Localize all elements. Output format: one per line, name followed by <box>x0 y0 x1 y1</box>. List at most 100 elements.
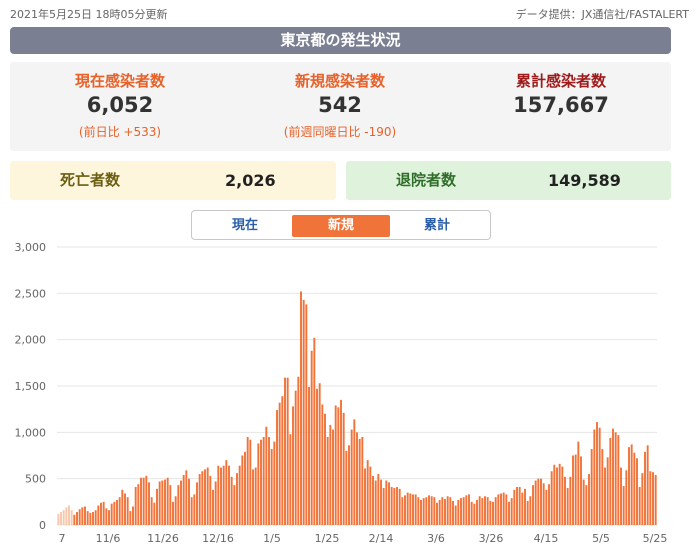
bar <box>116 499 118 525</box>
bar <box>62 510 65 525</box>
bar <box>257 443 260 525</box>
bar <box>380 479 382 525</box>
new-cases-label: 新規感染者数 <box>294 72 385 90</box>
update-timestamp: 2021年5月25日 18時05分更新 <box>10 8 168 21</box>
bar <box>548 484 550 525</box>
bar <box>361 436 364 525</box>
x-tick-label: 5/5 <box>592 532 610 545</box>
bar <box>364 468 366 525</box>
tab-current[interactable]: 現在 <box>196 215 294 237</box>
bar <box>414 494 417 525</box>
bar <box>70 510 73 525</box>
bar <box>126 497 129 525</box>
bar <box>481 498 484 525</box>
bar <box>142 477 145 525</box>
recovered-label: 退院者数 <box>396 171 457 189</box>
bar <box>302 299 305 525</box>
bar <box>321 404 324 525</box>
bar <box>284 377 286 525</box>
tab-new[interactable]: 新規 <box>292 215 390 237</box>
bar <box>561 466 564 525</box>
bar <box>276 410 278 525</box>
y-tick-label: 2,000 <box>15 334 47 347</box>
bar <box>172 501 174 525</box>
bar <box>105 508 108 525</box>
bar <box>388 482 390 525</box>
x-tick-label: 1/5 <box>263 532 281 545</box>
bar <box>654 474 657 525</box>
bar <box>150 497 153 525</box>
bar <box>177 485 180 525</box>
bar <box>340 399 342 525</box>
bar <box>252 469 254 525</box>
bar <box>308 386 310 525</box>
bar <box>465 495 468 525</box>
bar <box>204 469 206 525</box>
bar <box>468 494 470 525</box>
tab-cumulative[interactable]: 累計 <box>388 215 486 237</box>
bar <box>374 480 377 525</box>
bar <box>158 481 161 525</box>
bar <box>484 496 486 525</box>
new-cases-stat: 新規感染者数 542 (前週同曜日比 -190) <box>230 70 450 140</box>
bar <box>286 377 289 525</box>
bar <box>342 412 345 525</box>
bar <box>254 467 257 525</box>
bar <box>609 437 612 525</box>
bar <box>604 467 606 525</box>
bar <box>201 471 204 525</box>
bar <box>132 506 134 525</box>
bar <box>614 432 617 525</box>
bar <box>406 492 409 525</box>
bar <box>449 497 452 525</box>
bar <box>372 475 374 525</box>
bar <box>73 514 76 525</box>
bar <box>350 429 353 525</box>
bar <box>180 480 182 525</box>
cumulative-cases-stat: 累計感染者数 157,667 <box>451 70 671 117</box>
bar <box>444 499 446 525</box>
bar <box>268 436 270 525</box>
bar <box>161 480 164 525</box>
bar <box>580 456 582 525</box>
bar <box>214 481 217 525</box>
bar <box>398 488 401 525</box>
bar <box>356 432 358 525</box>
bar <box>430 496 433 525</box>
bar <box>420 499 422 525</box>
bar <box>492 501 494 525</box>
bar <box>428 495 430 525</box>
bar <box>332 429 334 525</box>
bar <box>622 486 625 525</box>
bar <box>182 474 185 525</box>
bar <box>246 436 249 525</box>
page-title: 東京都の発生状況 <box>10 27 671 54</box>
bar <box>401 497 404 525</box>
bar <box>281 396 284 525</box>
bar <box>156 488 158 525</box>
x-tick-label: 4/15 <box>534 532 559 545</box>
bar <box>100 502 102 525</box>
stats-panel: 現在感染者数 6,052 (前日比 +533) 新規感染者数 542 (前週同曜… <box>10 62 671 151</box>
new-cases-diff: (前週同曜日比 -190) <box>283 125 397 139</box>
bar <box>108 510 110 525</box>
bar <box>598 427 601 525</box>
bar <box>438 499 441 525</box>
bar <box>310 350 313 525</box>
bar <box>620 467 622 525</box>
bar <box>134 487 137 525</box>
bar <box>524 488 526 525</box>
bar <box>260 439 262 525</box>
bar <box>196 482 198 525</box>
bar <box>318 383 321 525</box>
bar <box>460 498 462 525</box>
bar <box>574 454 577 525</box>
cumulative-cases-value: 157,667 <box>513 93 609 117</box>
bar <box>244 451 246 525</box>
bar <box>529 496 532 525</box>
x-tick-label: 2/14 <box>369 532 394 545</box>
bar <box>417 497 420 525</box>
bar <box>220 467 222 525</box>
bar <box>590 449 593 525</box>
bar <box>188 478 190 525</box>
